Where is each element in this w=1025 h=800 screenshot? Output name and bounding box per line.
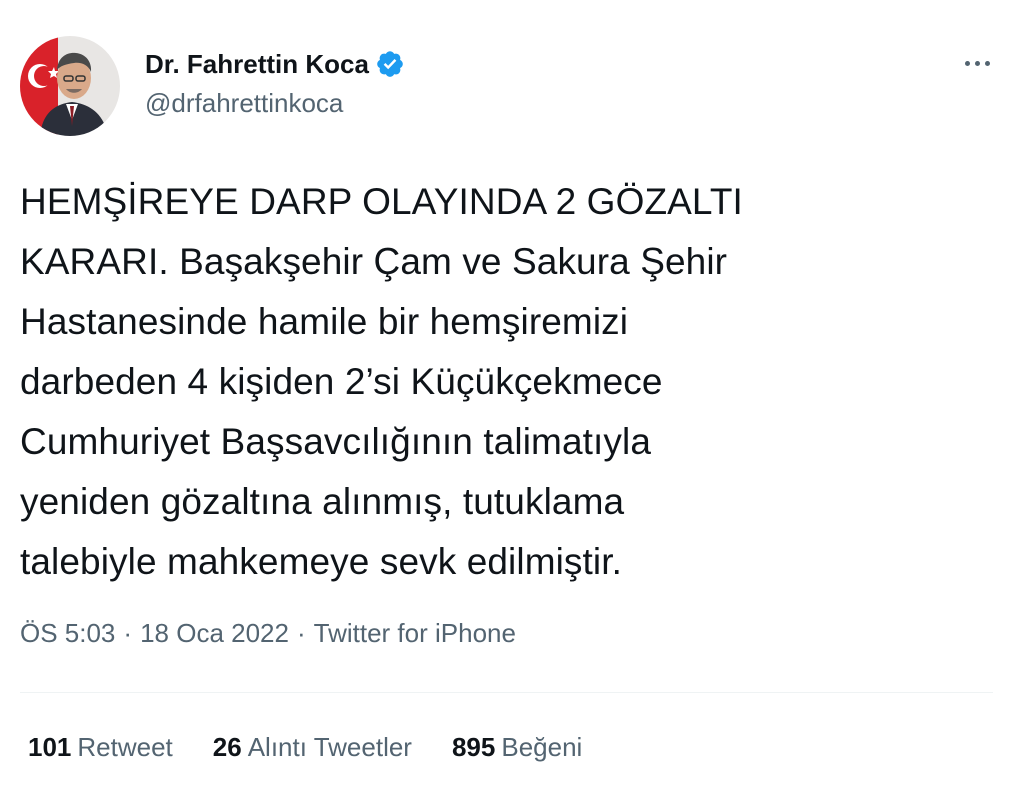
- likes-count: 895: [451, 732, 496, 762]
- avatar-image: [20, 36, 120, 136]
- tweet-source[interactable]: Twitter for iPhone: [314, 618, 516, 649]
- author-name-row: Dr. Fahrettin Koca: [145, 44, 405, 84]
- avatar[interactable]: [20, 36, 120, 136]
- retweets-stat[interactable]: 101 Retweet: [28, 732, 173, 763]
- verified-badge-icon: [375, 49, 405, 79]
- author-display-name[interactable]: Dr. Fahrettin Koca: [145, 49, 369, 80]
- more-dot: [964, 60, 970, 66]
- likes-stat[interactable]: 895 Beğeni: [452, 732, 582, 763]
- author-block: Dr. Fahrettin Koca @drfahrettinkoca: [145, 44, 405, 119]
- retweets-count: 101: [28, 732, 72, 762]
- tweet-text: HEMŞİREYE DARP OLAYINDA 2 GÖZALTI KARARI…: [20, 181, 743, 582]
- quotes-label: Alıntı Tweetler: [247, 732, 412, 762]
- quotes-stat[interactable]: 26 Alıntı Tweetler: [213, 732, 412, 763]
- quotes-count: 26: [212, 732, 242, 762]
- meta-separator: ·: [123, 618, 133, 648]
- engagement-stats: 101 Retweet 26 Alıntı Tweetler 895 Beğen…: [28, 732, 622, 763]
- likes-label: Beğeni: [501, 732, 583, 762]
- tweet-date[interactable]: 18 Oca 2022: [140, 618, 289, 649]
- divider: [20, 692, 993, 693]
- retweets-label: Retweet: [77, 732, 173, 762]
- more-dot: [974, 60, 980, 66]
- tweet-meta: ÖS 5:03 · 18 Oca 2022 · Twitter for iPho…: [20, 618, 516, 649]
- author-handle[interactable]: @drfahrettinkoca: [145, 88, 405, 119]
- more-dot: [984, 60, 990, 66]
- meta-separator: ·: [296, 618, 306, 648]
- more-options-icon[interactable]: [955, 48, 999, 78]
- tweet-card: Dr. Fahrettin Koca @drfahrettinkoca HEMŞ…: [0, 0, 1025, 800]
- tweet-time[interactable]: ÖS 5:03: [20, 618, 115, 649]
